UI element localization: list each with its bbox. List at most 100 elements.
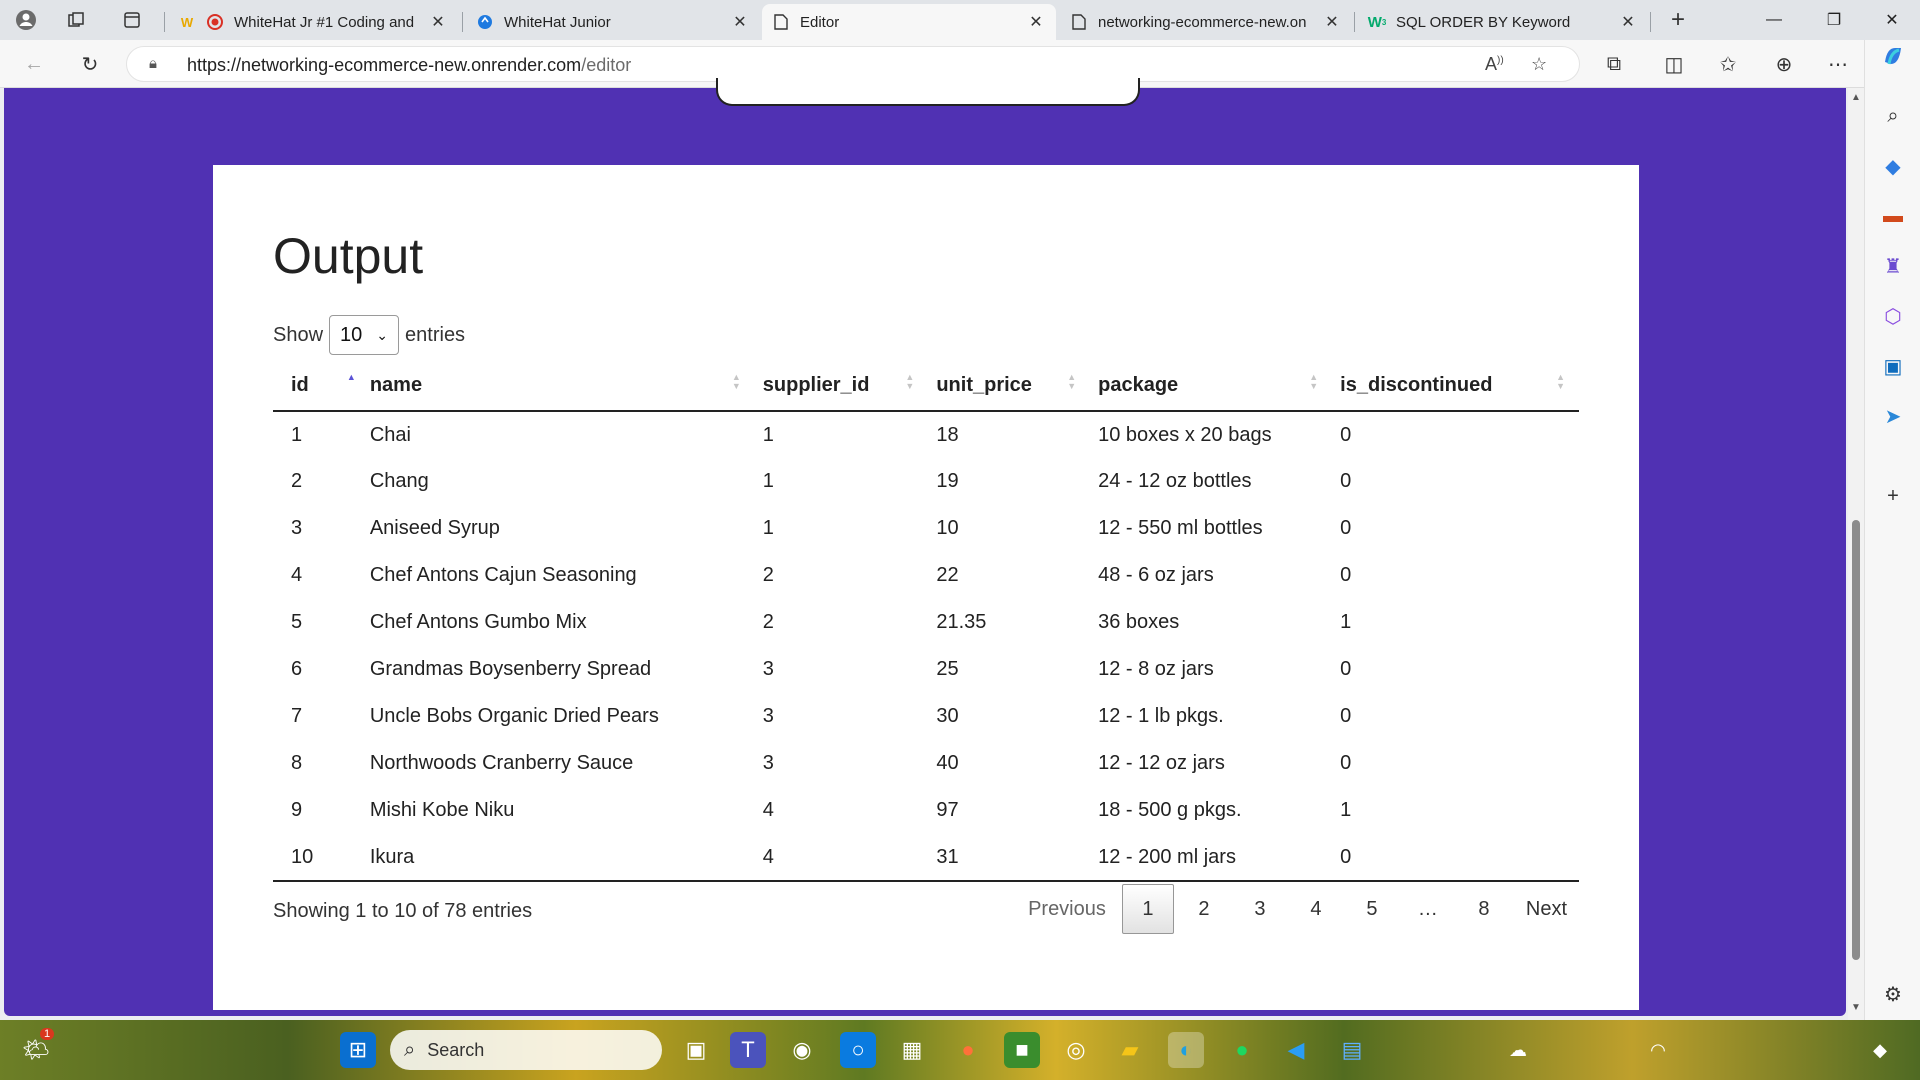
copilot-icon[interactable]: [1879, 42, 1907, 70]
table-row: 7 Uncle Bobs Organic Dried Pears 3 30 12 - 1…: [273, 693, 1579, 740]
file-explorer-icon[interactable]: ▰: [1112, 1032, 1148, 1068]
cell-is-discontinued: 0: [1340, 517, 1352, 539]
column-header-id[interactable]: id ▲: [273, 361, 370, 412]
close-icon[interactable]: ✕: [1322, 12, 1342, 32]
taskbar-search[interactable]: ⌕ Search: [390, 1030, 662, 1070]
send-icon[interactable]: ➤: [1879, 402, 1907, 430]
split-screen-icon[interactable]: ◫: [1658, 48, 1690, 80]
tools-icon[interactable]: ▬: [1879, 202, 1907, 230]
shopping-tag-icon[interactable]: ◆: [1879, 152, 1907, 180]
table-row: 8 Northwoods Cranberry Sauce 3 40 12 - 12 oz…: [273, 740, 1579, 787]
notepad-icon[interactable]: ▤: [1334, 1032, 1370, 1068]
workspaces-icon[interactable]: [62, 6, 90, 34]
cell-id: 8: [291, 752, 303, 774]
close-icon[interactable]: ✕: [730, 12, 750, 32]
search-icon[interactable]: ⌕: [1879, 102, 1907, 130]
column-header-supplier-id[interactable]: supplier_id ▲ ▼: [754, 361, 929, 412]
task-view-icon[interactable]: ▣: [678, 1032, 714, 1068]
previous-page-button[interactable]: Previous: [1016, 884, 1118, 934]
spotify-icon[interactable]: ●: [1224, 1032, 1260, 1068]
new-tab-button[interactable]: +: [1664, 6, 1692, 34]
page-button-8[interactable]: 8: [1458, 884, 1510, 934]
tab-label: SQL ORDER BY Keyword: [1396, 13, 1571, 31]
cell-supplier-id: 3: [762, 705, 774, 727]
column-header-package[interactable]: package ▲ ▼: [1090, 361, 1333, 412]
cell-unit-price: 21.35: [936, 611, 987, 633]
tab-editor[interactable]: Editor ✕: [762, 4, 1056, 40]
vscode-icon[interactable]: ◀: [1278, 1032, 1314, 1068]
taskbar-search-label: Search: [427, 1039, 485, 1060]
page-length-control: Show 10 ⌄ entries: [273, 315, 465, 355]
onedrive-icon[interactable]: ☁: [1500, 1032, 1536, 1068]
minimize-button[interactable]: —: [1746, 0, 1802, 40]
editor-panel-bottom: [716, 78, 1140, 106]
add-sidebar-app-icon[interactable]: +: [1879, 482, 1907, 510]
settings-gear-icon[interactable]: ⚙: [1879, 980, 1907, 1008]
scroll-up-arrow-icon[interactable]: ▲: [1850, 92, 1862, 103]
window-close-button[interactable]: ✕: [1864, 0, 1920, 40]
cell-package: 10 boxes x 20 bags: [1098, 423, 1272, 446]
page-button-1[interactable]: 1: [1121, 884, 1174, 934]
tab-label: WhiteHat Jr #1 Coding and: [234, 13, 415, 31]
page-button-3[interactable]: 3: [1234, 884, 1286, 934]
tab-networking-ecommerce[interactable]: networking-ecommerce-new.on ✕: [1060, 4, 1352, 40]
more-options-icon[interactable]: ⋯: [1822, 48, 1854, 80]
next-page-button[interactable]: Next: [1514, 884, 1579, 934]
table-info: Showing 1 to 10 of 78 entries: [273, 900, 533, 922]
table-row: 3 Aniseed Syrup 1 10 12 - 550 ml bottles 0: [273, 505, 1579, 552]
collections-icon[interactable]: ⊕: [1768, 48, 1800, 80]
scroll-down-arrow-icon[interactable]: ▼: [1850, 1002, 1862, 1013]
windows-start-icon[interactable]: ⊞: [340, 1032, 376, 1068]
read-aloud-icon[interactable]: A)): [1485, 54, 1504, 75]
page-icon: [772, 13, 790, 31]
close-icon[interactable]: ✕: [1026, 12, 1046, 32]
cell-unit-price: 19: [936, 470, 959, 492]
app-icon[interactable]: ◎: [1058, 1032, 1094, 1068]
address-bar[interactable]: 🔒︎ https://networking-ecommerce-new.onre…: [126, 46, 1580, 82]
teams-icon[interactable]: T: [730, 1032, 766, 1068]
w3schools-icon: W3: [1367, 13, 1387, 31]
column-header-name[interactable]: name ▲ ▼: [369, 361, 755, 412]
cell-unit-price: 25: [936, 658, 959, 680]
tab-whitehat-coding[interactable]: W WhiteHat Jr #1 Coding and ✕: [168, 4, 458, 40]
favorites-icon[interactable]: ✩: [1712, 48, 1744, 80]
extensions-icon[interactable]: ⧉: [1598, 48, 1630, 80]
close-icon[interactable]: ✕: [1618, 12, 1638, 32]
cortana-icon[interactable]: ○: [840, 1032, 876, 1068]
page-button-2[interactable]: 2: [1178, 884, 1230, 934]
reload-button[interactable]: ↻: [74, 48, 106, 80]
edge-icon[interactable]: ◐: [1168, 1032, 1204, 1068]
firefox-icon[interactable]: ●: [950, 1032, 986, 1068]
page-button-5[interactable]: 5: [1346, 884, 1398, 934]
cell-id: 1: [291, 423, 303, 446]
profile-icon[interactable]: [12, 6, 40, 34]
entries-select[interactable]: 10 ⌄: [329, 315, 400, 355]
vertical-tabs-icon[interactable]: [118, 6, 146, 34]
column-header-is-discontinued[interactable]: is_discontinued ▲ ▼: [1332, 361, 1579, 412]
outlook-icon[interactable]: ▣: [1879, 352, 1907, 380]
store-icon[interactable]: ▦: [894, 1032, 930, 1068]
output-table: id ▲ name ▲ ▼ supplier_id ▲ ▼ unit_price ▲ ▼ pa…: [273, 361, 1579, 882]
page-scrollbar[interactable]: ▲ ▼: [1848, 88, 1864, 1020]
url-text[interactable]: https://networking-ecommerce-new.onrende…: [187, 55, 631, 76]
page-viewport: Output Show 10 ⌄ entries id ▲ name ▲ ▼ su: [0, 78, 1848, 1020]
entries-label: entries: [405, 323, 466, 346]
column-header-unit-price[interactable]: unit_price ▲ ▼: [928, 361, 1091, 412]
back-button[interactable]: ←: [18, 48, 50, 80]
camera-icon[interactable]: ◉: [784, 1032, 820, 1068]
cell-name: Chang: [369, 470, 429, 492]
copilot-taskbar-icon[interactable]: ◆: [1862, 1032, 1898, 1068]
games-icon[interactable]: ♜: [1879, 252, 1907, 280]
minecraft-icon[interactable]: ■: [1004, 1032, 1040, 1068]
microsoft-365-icon[interactable]: ⬡: [1879, 302, 1907, 330]
tab-whitehat-junior[interactable]: WhiteHat Junior ✕: [466, 4, 760, 40]
restore-button[interactable]: ❐: [1806, 0, 1862, 40]
wifi-icon[interactable]: ◠: [1640, 1032, 1676, 1068]
lock-icon[interactable]: 🔒︎: [149, 55, 157, 72]
cell-is-discontinued: 0: [1340, 564, 1352, 586]
favorite-star-icon[interactable]: ☆: [1531, 54, 1547, 75]
scrollbar-thumb[interactable]: [1852, 520, 1860, 960]
tab-sql-order-by[interactable]: W3 SQL ORDER BY Keyword ✕: [1358, 4, 1648, 40]
close-icon[interactable]: ✕: [428, 12, 448, 32]
page-button-4[interactable]: 4: [1290, 884, 1342, 934]
